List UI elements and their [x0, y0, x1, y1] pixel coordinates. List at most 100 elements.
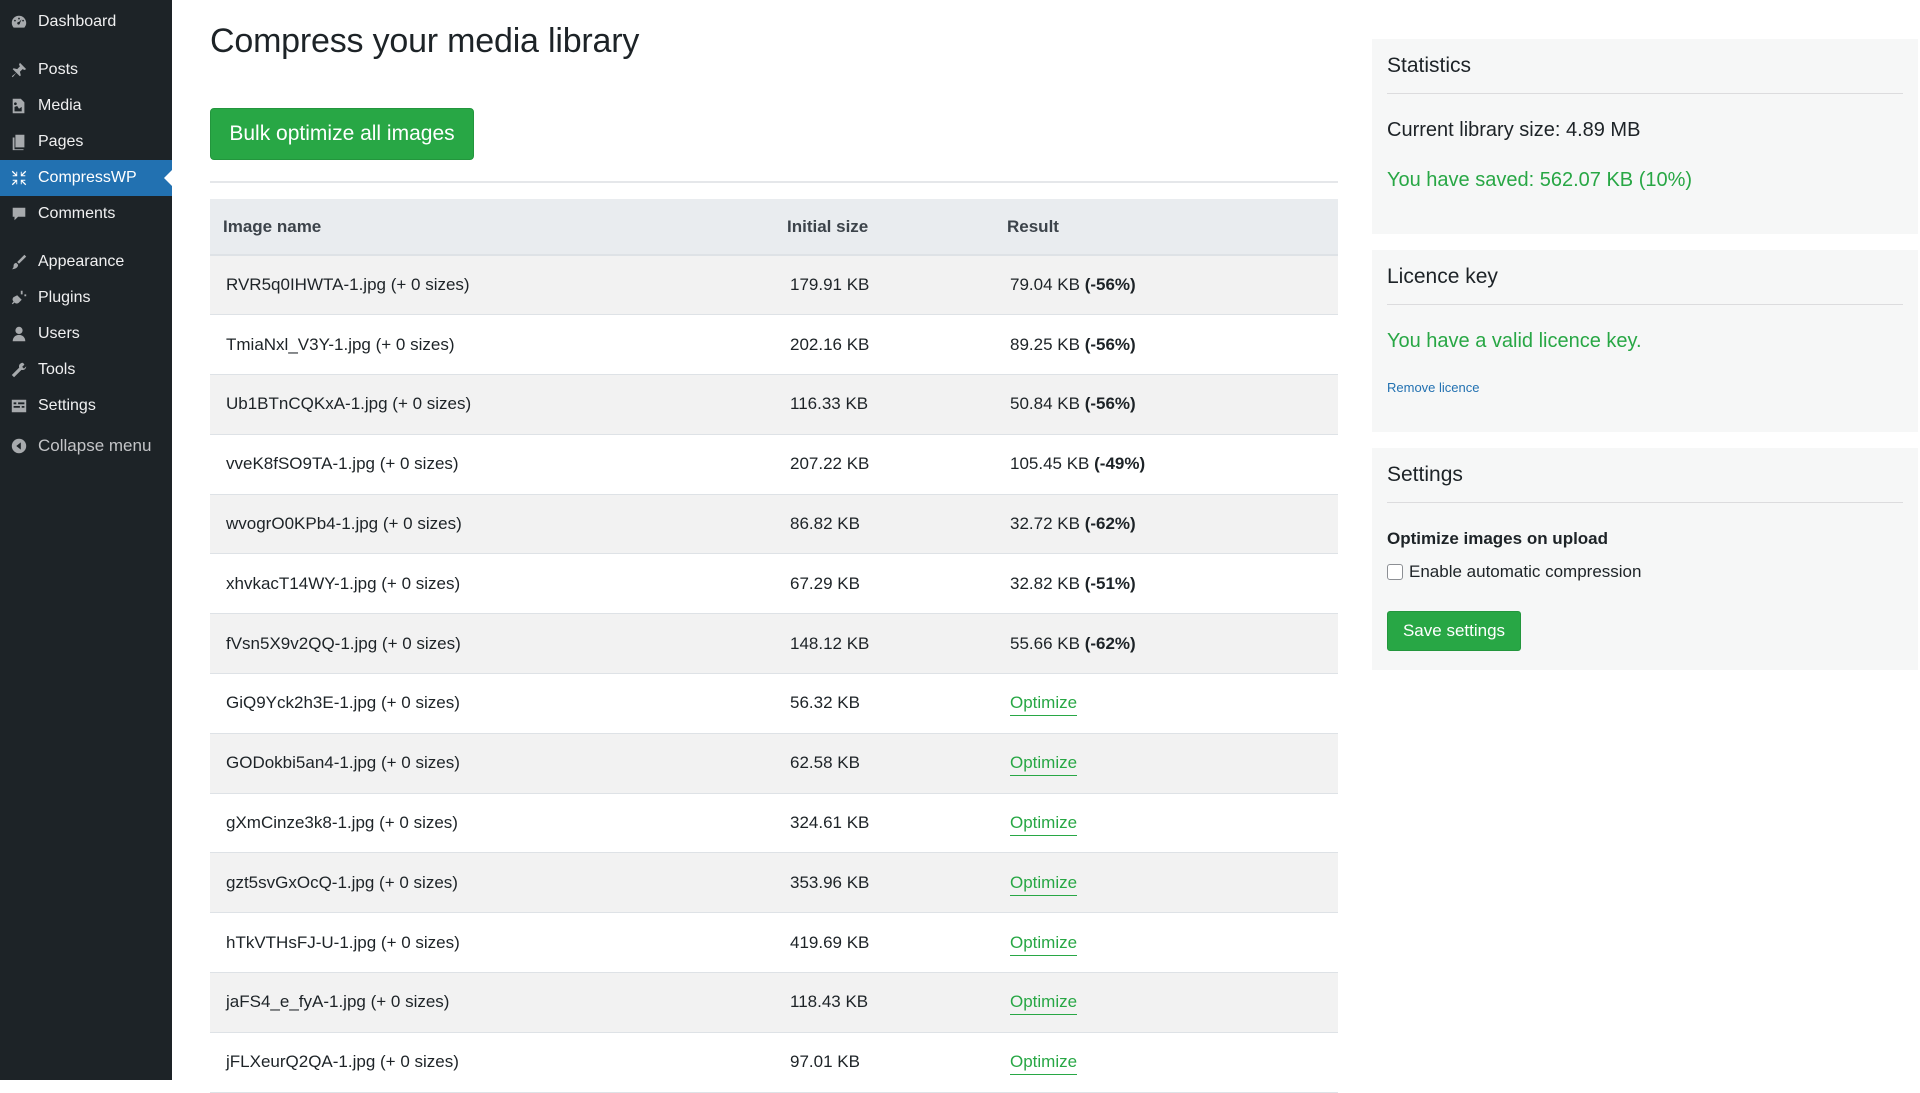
initial-size-cell: 179.91 KB: [790, 275, 870, 295]
sidebar-item-media[interactable]: Media: [0, 88, 172, 124]
user-icon: [9, 324, 29, 344]
image-name-cell: gXmCinze3k8-1.jpg (+ 0 sizes): [226, 813, 458, 833]
sidebar-item-posts[interactable]: Posts: [0, 52, 172, 88]
image-name-cell: jFLXeurQ2QA-1.jpg (+ 0 sizes): [226, 1052, 459, 1072]
result-cell: Optimize: [994, 853, 1338, 913]
dashboard-icon: [9, 12, 29, 32]
result-cell: 50.84 KB (-56%): [994, 375, 1338, 435]
saved-summary: You have saved: 562.07 KB (10%): [1387, 169, 1692, 192]
optimize-link[interactable]: Optimize: [1010, 693, 1078, 717]
optimize-link[interactable]: Optimize: [1010, 753, 1078, 777]
table-row: fVsn5X9v2QQ-1.jpg (+ 0 sizes) 148.12 KB 55…: [210, 613, 1338, 674]
image-name-cell: wvogrO0KPb4-1.jpg (+ 0 sizes): [226, 514, 462, 534]
optimize-link[interactable]: Optimize: [1010, 932, 1078, 956]
sidebar-item-label: Pages: [38, 133, 84, 150]
image-name-cell: RVR5q0IHWTA-1.jpg (+ 0 sizes): [226, 275, 470, 295]
result-cell: 79.04 KB (-56%): [994, 255, 1338, 315]
remove-licence-link[interactable]: Remove licence: [1387, 380, 1480, 395]
table-row: GiQ9Yck2h3E-1.jpg (+ 0 sizes) 56.32 KB Opt…: [210, 673, 1338, 734]
save-settings-button[interactable]: Save settings: [1387, 611, 1521, 651]
bulk-optimize-button[interactable]: Bulk optimize all images: [210, 108, 474, 160]
collapse-icon: [9, 436, 29, 456]
statistics-panel: Statistics Current library size: 4.89 MB…: [1372, 39, 1918, 234]
result-size: 105.45 KB: [1010, 454, 1090, 474]
result-size: 32.72 KB: [1010, 514, 1080, 534]
initial-size-cell: 207.22 KB: [790, 454, 870, 474]
image-name-cell: GODokbi5an4-1.jpg (+ 0 sizes): [226, 753, 460, 773]
initial-size-cell: 56.32 KB: [790, 693, 860, 713]
licence-panel: Licence key You have a valid licence key…: [1372, 250, 1918, 432]
header-result: Result: [994, 199, 1338, 256]
sidebar-item-plugins[interactable]: Plugins: [0, 280, 172, 316]
sidebar-item-settings[interactable]: Settings: [0, 388, 172, 424]
initial-size-cell: 353.96 KB: [790, 872, 870, 892]
table-row: gXmCinze3k8-1.jpg (+ 0 sizes) 324.61 KB Op…: [210, 793, 1338, 853]
plugin-icon: [9, 288, 29, 308]
sidebar-item-users[interactable]: Users: [0, 316, 172, 352]
pin-icon: [9, 60, 29, 80]
initial-size-cell: 419.69 KB: [790, 932, 870, 952]
result-percentage: (-49%): [1094, 454, 1146, 474]
result-cell: Optimize: [994, 733, 1338, 793]
sidebar-item-label: Plugins: [38, 289, 91, 306]
result-size: 50.84 KB: [1010, 394, 1080, 414]
sidebar-item-dashboard[interactable]: Dashboard: [0, 4, 172, 40]
initial-size-cell: 202.16 KB: [790, 334, 870, 354]
result-cell: Optimize: [994, 674, 1338, 734]
image-name-cell: jaFS4_e_fyA-1.jpg (+ 0 sizes): [226, 992, 450, 1012]
optimize-link[interactable]: Optimize: [1010, 813, 1078, 837]
result-percentage: (-62%): [1084, 633, 1136, 653]
result-cell: Optimize: [994, 973, 1338, 1033]
sidebar-item-compresswp[interactable]: CompressWP: [0, 160, 172, 196]
sidebar-item-tools[interactable]: Tools: [0, 352, 172, 388]
image-name-cell: Ub1BTnCQKxA-1.jpg (+ 0 sizes): [226, 394, 472, 414]
sidebar-item-label: Media: [38, 97, 82, 114]
statistics-title: Statistics: [1387, 39, 1903, 94]
initial-size-cell: 324.61 KB: [790, 813, 870, 833]
page-title: Compress your media library: [210, 22, 640, 60]
initial-size-cell: 67.29 KB: [790, 573, 860, 593]
initial-size-cell: 86.82 KB: [790, 514, 860, 534]
initial-size-cell: 62.58 KB: [790, 753, 860, 773]
result-percentage: (-62%): [1084, 514, 1136, 534]
auto-compression-label: Enable automatic compression: [1409, 562, 1642, 581]
optimize-link[interactable]: Optimize: [1010, 872, 1078, 896]
sidebar-item-pages[interactable]: Pages: [0, 124, 172, 160]
result-cell: 32.72 KB (-62%): [994, 494, 1338, 554]
initial-size-cell: 118.43 KB: [790, 992, 869, 1012]
settings-icon: [9, 396, 29, 416]
table-row: jaFS4_e_fyA-1.jpg (+ 0 sizes) 118.43 KB Op…: [210, 972, 1338, 1033]
optimize-link[interactable]: Optimize: [1010, 1052, 1078, 1076]
result-cell: 32.82 KB (-51%): [994, 554, 1338, 614]
result-cell: 89.25 KB (-56%): [994, 315, 1338, 375]
compress-icon: [9, 168, 29, 188]
auto-compression-checkbox[interactable]: [1387, 564, 1403, 580]
sidebar-item-label: CompressWP: [38, 169, 137, 186]
sidebar-item-appearance[interactable]: Appearance: [0, 244, 172, 280]
licence-status: You have a valid licence key.: [1387, 330, 1642, 352]
result-cell: Optimize: [994, 1032, 1338, 1092]
result-percentage: (-56%): [1084, 394, 1136, 414]
sidebar-item-label: Dashboard: [38, 13, 117, 30]
brush-icon: [9, 252, 29, 272]
sidebar-item-comments[interactable]: Comments: [0, 196, 172, 232]
media-icon: [9, 96, 29, 116]
media-table: Image name Initial size Result RVR5q0IHW…: [210, 199, 1338, 1093]
initial-size-cell: 148.12 KB: [790, 633, 870, 653]
result-cell: Optimize: [994, 793, 1338, 853]
sidebar-item-label: Posts: [38, 61, 79, 78]
settings-title: Settings: [1387, 448, 1903, 503]
sidebar-item-label: Appearance: [38, 253, 125, 270]
sidebar-item-label: Comments: [38, 205, 116, 222]
collapse-menu-button[interactable]: Collapse menu: [0, 428, 172, 464]
optimize-link[interactable]: Optimize: [1010, 992, 1078, 1016]
divider: [210, 181, 1338, 183]
optimize-on-upload-label: Optimize images on upload: [1387, 529, 1609, 548]
auto-compression-option[interactable]: Enable automatic compression: [1387, 562, 1641, 582]
library-size: Current library size: 4.89 MB: [1387, 119, 1640, 142]
header-image-name: Image name: [210, 199, 774, 256]
result-size: 89.25 KB: [1010, 334, 1080, 354]
result-percentage: (-51%): [1084, 573, 1136, 593]
result-size: 55.66 KB: [1010, 633, 1080, 653]
licence-title: Licence key: [1387, 250, 1903, 305]
